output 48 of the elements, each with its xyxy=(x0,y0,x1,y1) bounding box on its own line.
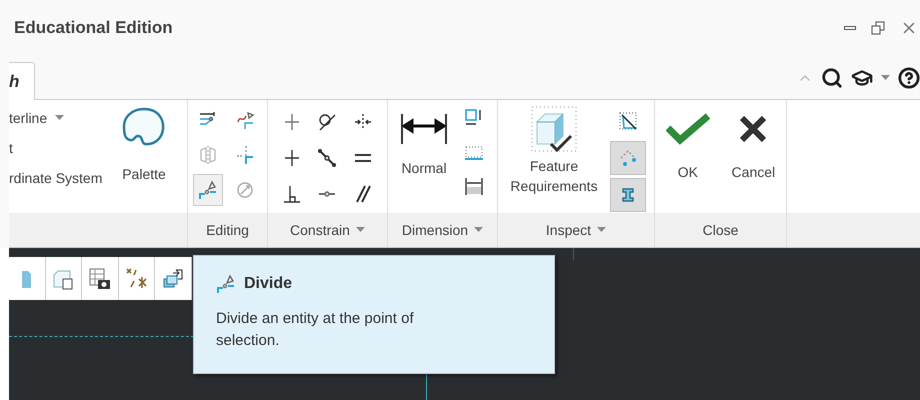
tooltip-title: Divide xyxy=(244,274,292,294)
caret-icon xyxy=(356,227,365,233)
caret-icon xyxy=(474,227,484,233)
group-menu-button[interactable]: Dimension xyxy=(402,220,484,240)
window-title: Educational Edition xyxy=(14,16,173,39)
normal-dimension-button[interactable]: Normal xyxy=(388,100,460,213)
camera-table-icon[interactable] xyxy=(88,266,112,290)
curve-corner-icon xyxy=(234,110,254,130)
divide-icon xyxy=(216,274,236,294)
ribbon-menu-item[interactable]: rdinate System xyxy=(9,170,121,186)
ribbon-menu-item[interactable]: terline xyxy=(9,110,121,126)
mirror-icon xyxy=(198,145,218,165)
editing-tool-button[interactable] xyxy=(193,174,223,206)
cube-check-icon xyxy=(531,106,577,152)
coincident-icon xyxy=(317,148,338,168)
divide-icon xyxy=(198,180,218,200)
group-menu-button[interactable]: Constrain xyxy=(290,220,365,240)
rotate-icon xyxy=(234,180,254,200)
tangent-icon xyxy=(317,112,338,132)
cancel-button[interactable]: Cancel xyxy=(732,112,776,213)
ribbon-tab[interactable]: h xyxy=(9,62,35,100)
split-line-icon xyxy=(234,145,254,165)
inspect-toggle-button[interactable] xyxy=(610,141,646,175)
check-icon xyxy=(666,112,710,146)
caret-icon xyxy=(881,75,890,81)
tooltip-text: Divide an entity at the point of selection. xyxy=(216,309,415,351)
inspect-toggle-button[interactable] xyxy=(610,178,646,212)
caret-icon xyxy=(597,227,606,233)
group-label: Editing xyxy=(206,220,249,240)
ribbon-menu-item[interactable]: t xyxy=(9,140,121,156)
minimize-icon xyxy=(844,26,856,30)
group-menu-button[interactable]: Inspect xyxy=(546,220,606,240)
perpendicular-icon xyxy=(282,184,302,204)
sketch-canvas[interactable]: Divide Divide an entity at the point of selection. xyxy=(9,248,920,400)
reference-dimension-icon xyxy=(464,176,484,196)
open-ends-icon xyxy=(618,148,638,168)
feature-requirements-button[interactable]: Feature Requirements xyxy=(498,100,610,213)
overlap-geometry-icon xyxy=(618,111,638,131)
restore-button[interactable] xyxy=(870,20,886,36)
datum-display-icon[interactable] xyxy=(124,266,149,290)
ok-button[interactable]: OK xyxy=(666,112,710,213)
layers-arrow-icon[interactable] xyxy=(161,266,186,290)
minimize-button[interactable] xyxy=(844,26,856,30)
help-icon[interactable] xyxy=(898,67,920,89)
search-icon[interactable] xyxy=(821,67,843,89)
palette-button[interactable]: Palette xyxy=(121,100,167,213)
caret-icon xyxy=(55,115,64,121)
group-label: Close xyxy=(702,220,738,240)
